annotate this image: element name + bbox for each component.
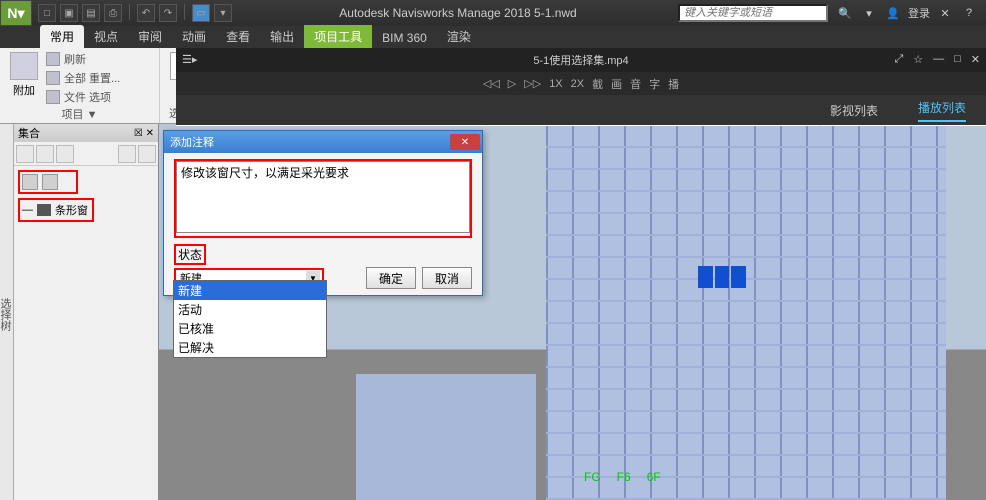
video-tab-list[interactable]: 影视列表	[830, 102, 878, 119]
selection-tree-tab[interactable]: 选择树	[0, 124, 14, 500]
video-back-icon[interactable]: ☰▸	[182, 53, 197, 66]
video-expand-icon[interactable]: ⤢	[894, 53, 903, 66]
vc-1x[interactable]: 1X	[549, 78, 562, 90]
app-menu-button[interactable]: N▾	[0, 0, 32, 26]
sets-toolbar	[14, 142, 158, 166]
sets-panel: 集合 ☒ ✕ — 条形窗	[14, 124, 159, 500]
vc-next[interactable]: ▷▷	[524, 77, 541, 90]
reset-icon	[46, 71, 60, 85]
video-player-overlay: ☰▸ 5-1使用选择集.mp4 ⤢ ☆ — □ ✕ ◁◁ ▷ ▷▷ 1X 2X …	[176, 48, 986, 125]
login-label[interactable]: 登录	[908, 5, 930, 21]
search-input[interactable]	[678, 4, 828, 22]
dialog-titlebar[interactable]: 添加注释 ✕	[164, 131, 482, 153]
help-icon[interactable]: ?	[960, 4, 978, 22]
refresh-icon	[46, 52, 60, 66]
help-dropdown-icon[interactable]: ▾	[860, 4, 878, 22]
qat-undo-icon[interactable]: ↶	[137, 4, 155, 22]
add-comment-dialog: 添加注释 ✕ 状态 新建 ▼ 确定 取消	[163, 130, 483, 296]
user-icon[interactable]: 👤	[884, 4, 902, 22]
tab-output[interactable]: 输出	[260, 25, 304, 48]
qat-new-icon[interactable]: □	[38, 4, 56, 22]
video-min-icon[interactable]: —	[933, 53, 944, 66]
attach-icon	[10, 52, 38, 80]
qat-open-icon[interactable]: ▣	[60, 4, 78, 22]
video-max-icon[interactable]: □	[954, 53, 961, 66]
tab-view[interactable]: 查看	[216, 25, 260, 48]
ribbon-tabs: 常用 视点 审阅 动画 查看 输出 项目工具 BIM 360 渲染	[0, 26, 986, 48]
video-controls: ◁◁ ▷ ▷▷ 1X 2X 截 画 音 字 播	[176, 72, 986, 96]
dropdown-item-approved[interactable]: 已核准	[174, 319, 326, 338]
video-tab-playlist[interactable]: 播放列表	[918, 99, 966, 122]
tab-bim360[interactable]: BIM 360	[372, 28, 437, 48]
ground-markers: FGF66F	[576, 470, 926, 500]
sets-item-strip-window[interactable]: — 条形窗	[18, 198, 94, 222]
qat-select-icon[interactable]: ▭	[192, 4, 210, 22]
dropdown-item-new[interactable]: 新建	[174, 281, 326, 300]
cancel-button[interactable]: 取消	[422, 267, 472, 289]
vc-cast[interactable]: 播	[668, 76, 679, 92]
vc-2x[interactable]: 2X	[571, 78, 584, 90]
tab-viewpoint[interactable]: 视点	[84, 25, 128, 48]
vc-snap[interactable]: 截	[592, 76, 603, 92]
tab-review[interactable]: 审阅	[128, 25, 172, 48]
title-bar: N▾ □ ▣ ▤ ⎙ ↶ ↷ ▭ ▾ Autodesk Navisworks M…	[0, 0, 986, 26]
video-pin-icon[interactable]: ☆	[913, 53, 923, 66]
vc-prev[interactable]: ◁◁	[483, 77, 500, 90]
building-model-2	[356, 374, 536, 500]
dropdown-item-resolved[interactable]: 已解决	[174, 338, 326, 357]
vc-audio[interactable]: 音	[630, 76, 641, 92]
attach-button[interactable]: 附加	[6, 50, 42, 100]
video-title: 5-1使用选择集.mp4	[533, 52, 628, 68]
building-model	[546, 124, 946, 500]
selected-windows	[698, 266, 746, 288]
sets-tb4[interactable]	[118, 145, 136, 163]
file-options-icon	[46, 90, 60, 104]
tab-render[interactable]: 渲染	[437, 25, 481, 48]
video-close-icon[interactable]: ✕	[971, 53, 980, 66]
tab-animation[interactable]: 动画	[172, 25, 216, 48]
status-label: 状态	[174, 244, 206, 265]
tab-home[interactable]: 常用	[40, 25, 84, 48]
sets-icon-b[interactable]	[42, 174, 58, 190]
comment-textarea[interactable]	[176, 161, 470, 233]
qat-save-icon[interactable]: ▤	[82, 4, 100, 22]
tab-item-tools[interactable]: 项目工具	[304, 25, 372, 48]
sets-title: 集合	[18, 125, 40, 141]
ok-button[interactable]: 确定	[366, 267, 416, 289]
window-title: Autodesk Navisworks Manage 2018 5-1.nwd	[238, 6, 678, 20]
qat-print-icon[interactable]: ⎙	[104, 4, 122, 22]
dialog-close-button[interactable]: ✕	[450, 134, 480, 150]
panel-project-label[interactable]: 项目 ▼	[6, 106, 153, 122]
reset-all-button[interactable]: 全部 重置...	[46, 69, 120, 87]
sets-tb1[interactable]	[16, 145, 34, 163]
video-titlebar: ☰▸ 5-1使用选择集.mp4 ⤢ ☆ — □ ✕	[176, 48, 986, 72]
sets-tb5[interactable]	[138, 145, 156, 163]
qat-redo-icon[interactable]: ↷	[159, 4, 177, 22]
exchange-icon[interactable]: ✕	[936, 4, 954, 22]
qat-dropdown-icon[interactable]: ▾	[214, 4, 232, 22]
vc-pip[interactable]: 画	[611, 76, 622, 92]
video-tabs: 影视列表 播放列表	[176, 95, 986, 125]
sets-close-icon[interactable]: ☒ ✕	[134, 128, 154, 139]
vc-play[interactable]: ▷	[508, 77, 516, 90]
tree-line: —	[22, 204, 33, 216]
sets-item-label: 条形窗	[55, 202, 88, 218]
dropdown-item-active[interactable]: 活动	[174, 300, 326, 319]
refresh-button[interactable]: 刷新	[46, 50, 120, 68]
sets-tb3[interactable]	[56, 145, 74, 163]
comment-text-highlight	[174, 159, 472, 238]
title-right-controls: 🔍 ▾ 👤 登录 ✕ ?	[828, 4, 986, 22]
sets-tb2[interactable]	[36, 145, 54, 163]
file-options-button[interactable]: 文件 选项	[46, 88, 120, 106]
sets-save-selection-highlight	[18, 170, 78, 194]
status-dropdown-list: 新建 活动 已核准 已解决	[173, 280, 327, 358]
sets-header: 集合 ☒ ✕	[14, 124, 158, 142]
vc-sub[interactable]: 字	[649, 76, 660, 92]
quick-access-toolbar: □ ▣ ▤ ⎙ ↶ ↷ ▭ ▾	[32, 4, 238, 22]
infocenter-icon[interactable]: 🔍	[836, 4, 854, 22]
sets-icon-a[interactable]	[22, 174, 38, 190]
folder-icon	[37, 204, 51, 216]
dialog-title-text: 添加注释	[170, 134, 214, 150]
